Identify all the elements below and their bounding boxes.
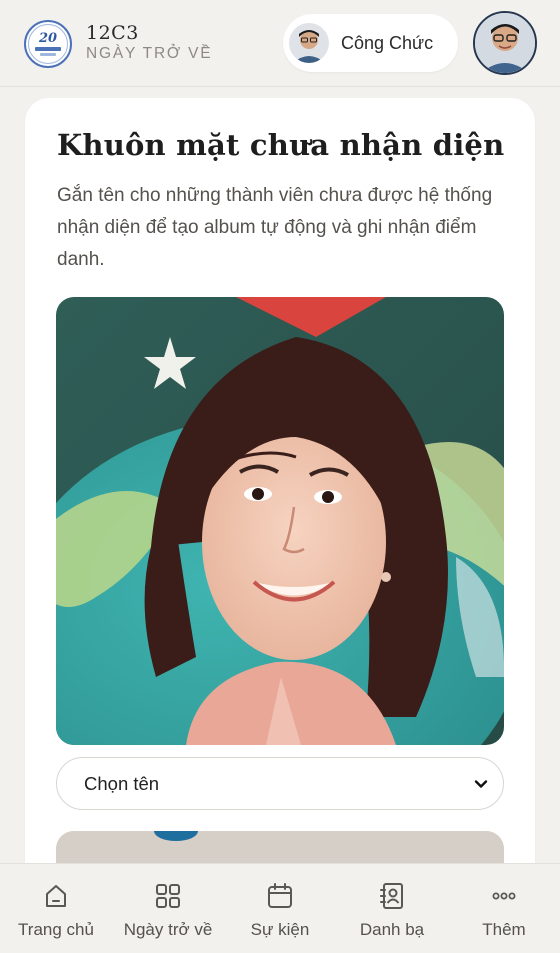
- brand-subtitle: NGÀY TRỞ VỀ: [86, 45, 213, 62]
- name-select[interactable]: Chọn tên: [56, 757, 504, 810]
- class-logo[interactable]: 20: [24, 20, 72, 68]
- name-select-value: Chọn tên: [84, 772, 160, 794]
- nav-contacts-label: Danh bạ: [359, 920, 425, 939]
- nav-reunion-label: Ngày trở về: [123, 920, 213, 939]
- bottom-navigation: Trang chủ Ngày trở về Sự kiện Danh bạ Th…: [0, 863, 560, 953]
- nav-contacts[interactable]: Danh bạ: [336, 864, 448, 953]
- calendar-icon: [268, 883, 292, 908]
- contacts-icon: [380, 883, 403, 909]
- chevron-down-icon: [474, 779, 488, 788]
- nav-reunion[interactable]: Ngày trở về: [112, 864, 224, 953]
- user-name: Công Chức: [341, 32, 434, 53]
- nav-more[interactable]: Thêm: [448, 864, 560, 953]
- grid-icon: [156, 884, 180, 908]
- unrecognized-faces-card: Khuôn mặt chưa nhận diện Gắn tên cho nhữ…: [25, 98, 535, 898]
- nav-home-label: Trang chủ: [18, 920, 94, 939]
- user-switcher-button[interactable]: Công Chức: [283, 14, 458, 72]
- nav-more-label: Thêm: [482, 920, 526, 939]
- profile-avatar-button[interactable]: [473, 11, 537, 75]
- nav-events-label: Sự kiện: [250, 920, 310, 939]
- card-title: Khuôn mặt chưa nhận diện: [57, 128, 505, 162]
- user-avatar-small: [289, 23, 329, 63]
- home-icon: [46, 885, 66, 907]
- brand-title: 12C3: [86, 22, 139, 44]
- logo-number: 20: [38, 31, 58, 46]
- nav-home[interactable]: Trang chủ: [0, 864, 112, 953]
- more-icon: [492, 892, 516, 900]
- brand[interactable]: 12C3 NGÀY TRỞ VỀ: [86, 22, 212, 64]
- app-header: 20 12C3 NGÀY TRỞ VỀ Công Chức: [0, 0, 560, 87]
- face-photo: [56, 297, 504, 745]
- card-description: Gắn tên cho những thành viên chưa được h…: [57, 185, 493, 270]
- logo-emblem: 20: [28, 24, 68, 64]
- nav-events[interactable]: Sự kiện: [224, 864, 336, 953]
